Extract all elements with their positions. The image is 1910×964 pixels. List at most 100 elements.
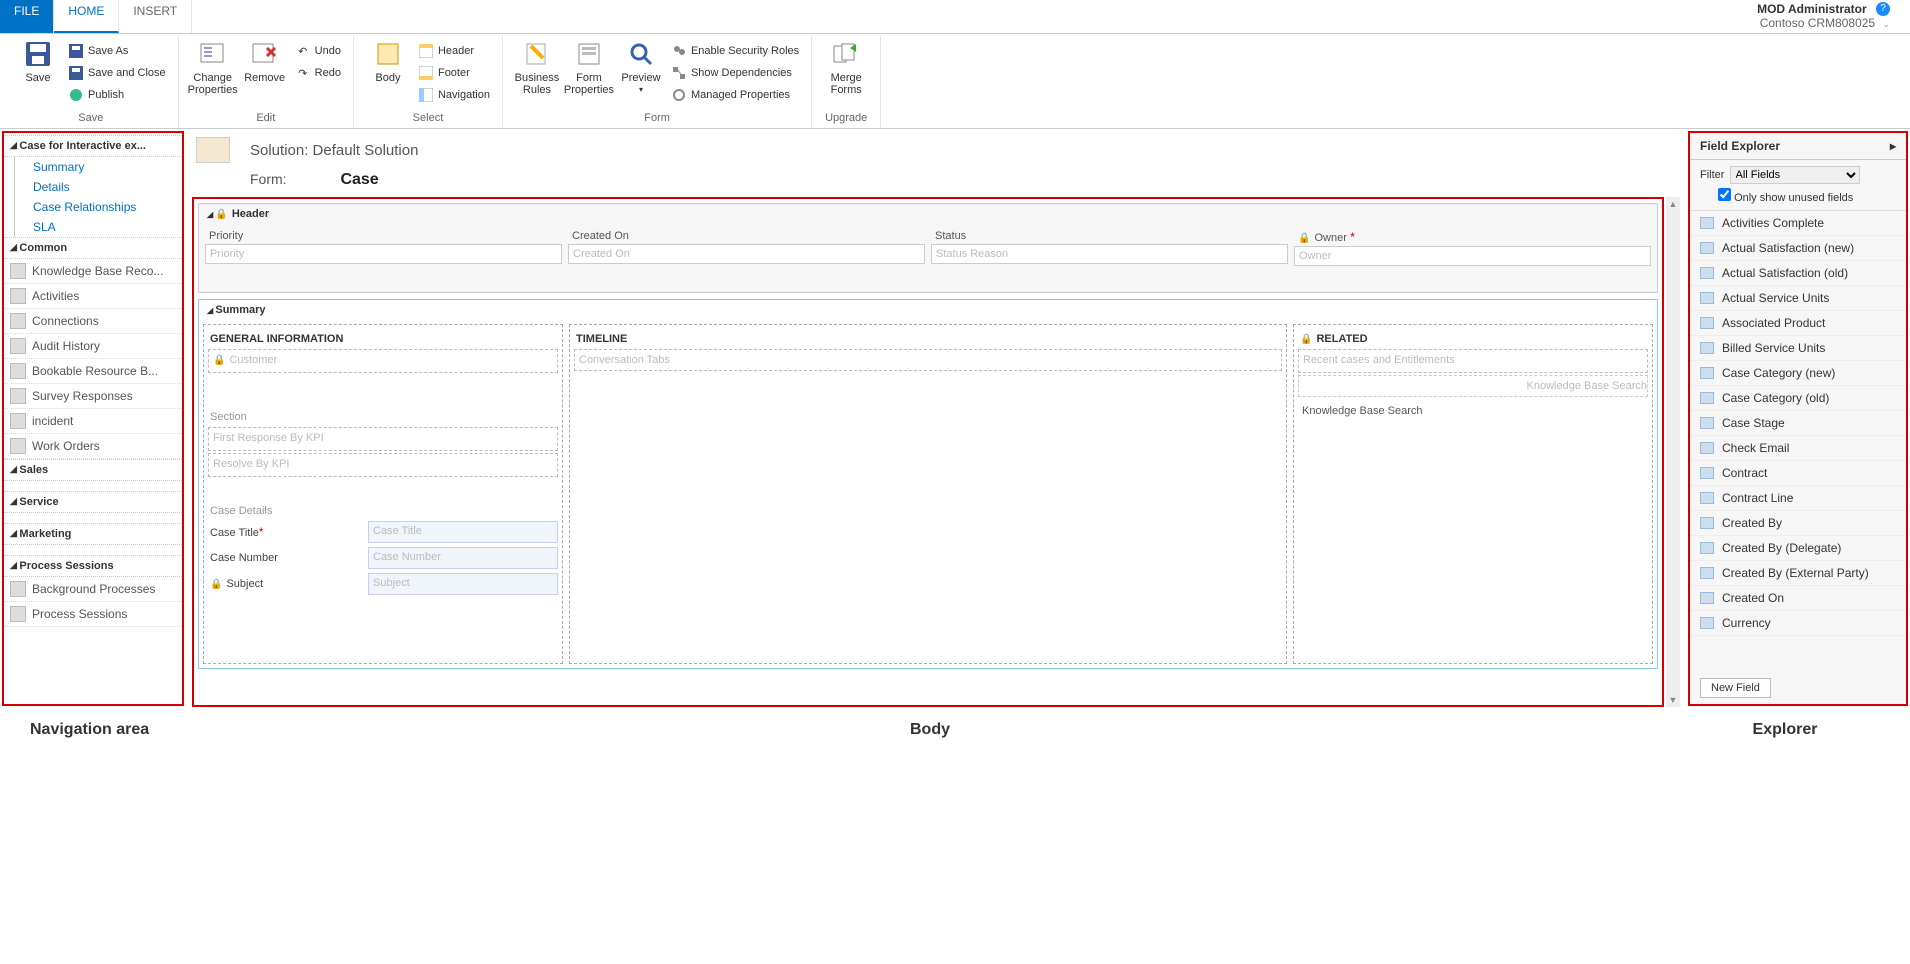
nav-process[interactable]: Process Sessions: [4, 555, 182, 577]
field-icon: [1700, 317, 1714, 329]
save-icon: [22, 40, 54, 68]
nav-root[interactable]: Case for Interactive ex...: [4, 135, 182, 157]
form-name: Case: [340, 171, 378, 188]
managed-properties-button[interactable]: Managed Properties: [667, 84, 803, 106]
case-number-row[interactable]: Case Number Case Number: [208, 547, 558, 569]
timeline-placeholder[interactable]: Conversation Tabs: [574, 349, 1282, 371]
publish-button[interactable]: Publish: [64, 84, 170, 106]
footer-button[interactable]: Footer: [414, 62, 494, 84]
nav-item[interactable]: Activities: [4, 284, 182, 309]
explorer-collapse-icon[interactable]: ▸: [1890, 139, 1896, 153]
field-item[interactable]: Created By: [1690, 511, 1906, 536]
header-button[interactable]: Header: [414, 40, 494, 62]
nav-link[interactable]: Details: [14, 177, 182, 197]
field-item[interactable]: Check Email: [1690, 436, 1906, 461]
form-properties-icon: [573, 40, 605, 68]
body-scrollbar[interactable]: ▲▼: [1666, 197, 1680, 707]
only-unused-checkbox[interactable]: [1718, 188, 1731, 201]
header-field-input[interactable]: Status Reason: [931, 244, 1288, 264]
nav-item[interactable]: Work Orders: [4, 434, 182, 459]
save-close-button[interactable]: Save and Close: [64, 62, 170, 84]
field-item[interactable]: Billed Service Units: [1690, 336, 1906, 361]
header-field[interactable]: PriorityPriority: [205, 228, 562, 266]
field-item[interactable]: Actual Satisfaction (new): [1690, 236, 1906, 261]
business-rules-button[interactable]: Business Rules: [511, 36, 563, 100]
field-icon: [1700, 242, 1714, 254]
form-label: Form:: [250, 171, 287, 187]
tab-home[interactable]: HOME: [54, 0, 119, 33]
field-item[interactable]: Currency: [1690, 611, 1906, 636]
nav-item[interactable]: Knowledge Base Reco...: [4, 259, 182, 284]
nav-common[interactable]: Common: [4, 237, 182, 259]
customer-field[interactable]: 🔒Customer: [208, 349, 558, 373]
field-item[interactable]: Case Category (new): [1690, 361, 1906, 386]
nav-item[interactable]: incident: [4, 409, 182, 434]
tab-insert[interactable]: INSERT: [119, 0, 192, 33]
enable-security-button[interactable]: Enable Security Roles: [667, 40, 803, 62]
body-icon: [372, 40, 404, 68]
header-field-input[interactable]: Created On: [568, 244, 925, 264]
case-title-input[interactable]: Case Title: [368, 521, 558, 543]
form-group-label: Form: [644, 110, 670, 128]
nav-item[interactable]: Process Sessions: [4, 602, 182, 627]
form-properties-button[interactable]: Form Properties: [563, 36, 615, 100]
ribbon: Save Save As Save and Close Publish Save…: [0, 34, 1910, 129]
field-item[interactable]: Created On: [1690, 586, 1906, 611]
nav-marketing[interactable]: Marketing: [4, 523, 182, 545]
nav-sales[interactable]: Sales: [4, 459, 182, 481]
field-item[interactable]: Actual Service Units: [1690, 286, 1906, 311]
nav-item[interactable]: Bookable Resource B...: [4, 359, 182, 384]
nav-service[interactable]: Service: [4, 491, 182, 513]
related-column[interactable]: 🔒RELATED Recent cases and Entitlements K…: [1293, 324, 1653, 664]
header-field-input[interactable]: Owner: [1294, 246, 1651, 266]
kpi1-field[interactable]: First Response By KPI: [208, 427, 558, 451]
remove-button[interactable]: Remove: [239, 36, 291, 88]
field-item[interactable]: Activities Complete: [1690, 211, 1906, 236]
body-button[interactable]: Body: [362, 36, 414, 88]
summary-section-title[interactable]: Summary: [199, 300, 1657, 320]
show-dependencies-button[interactable]: Show Dependencies: [667, 62, 803, 84]
field-item[interactable]: Case Category (old): [1690, 386, 1906, 411]
case-number-input[interactable]: Case Number: [368, 547, 558, 569]
header-field[interactable]: 🔒Owner *Owner: [1294, 228, 1651, 266]
undo-button[interactable]: ↶Undo: [291, 40, 345, 62]
redo-button[interactable]: ↷Redo: [291, 62, 345, 84]
field-item[interactable]: Case Stage: [1690, 411, 1906, 436]
help-icon[interactable]: ?: [1876, 2, 1890, 16]
case-title-row[interactable]: Case Title* Case Title: [208, 521, 558, 543]
general-info-column[interactable]: GENERAL INFORMATION 🔒Customer Section Fi…: [203, 324, 563, 664]
field-item[interactable]: Created By (Delegate): [1690, 536, 1906, 561]
field-item[interactable]: Created By (External Party): [1690, 561, 1906, 586]
nav-link[interactable]: Case Relationships: [14, 197, 182, 217]
kpi2-field[interactable]: Resolve By KPI: [208, 453, 558, 477]
preview-button[interactable]: Preview▾: [615, 36, 667, 100]
nav-item[interactable]: Survey Responses: [4, 384, 182, 409]
field-item[interactable]: Contract Line: [1690, 486, 1906, 511]
nav-item[interactable]: Audit History: [4, 334, 182, 359]
header-field-input[interactable]: Priority: [205, 244, 562, 264]
tab-file[interactable]: FILE: [0, 0, 54, 33]
save-as-button[interactable]: Save As: [64, 40, 170, 62]
header-section[interactable]: 🔒Header PriorityPriorityCreated OnCreate…: [198, 203, 1658, 293]
save-button[interactable]: Save: [12, 36, 64, 88]
upgrade-group-label: Upgrade: [825, 110, 867, 128]
nav-link[interactable]: SLA: [14, 217, 182, 237]
filter-select[interactable]: All Fields: [1730, 166, 1860, 184]
header-field[interactable]: Created OnCreated On: [568, 228, 925, 266]
subject-row[interactable]: 🔒Subject Subject: [208, 573, 558, 595]
header-field[interactable]: StatusStatus Reason: [931, 228, 1288, 266]
nav-item[interactable]: Connections: [4, 309, 182, 334]
field-item[interactable]: Contract: [1690, 461, 1906, 486]
change-properties-button[interactable]: Change Properties: [187, 36, 239, 100]
navigation-button[interactable]: Navigation: [414, 84, 494, 106]
subject-input[interactable]: Subject: [368, 573, 558, 595]
nav-link[interactable]: Summary: [14, 157, 182, 177]
timeline-column[interactable]: TIMELINE Conversation Tabs: [569, 324, 1287, 664]
nav-item[interactable]: Background Processes: [4, 577, 182, 602]
field-item[interactable]: Actual Satisfaction (old): [1690, 261, 1906, 286]
field-item[interactable]: Associated Product: [1690, 311, 1906, 336]
org-chevron-icon[interactable]: ⌄: [1882, 17, 1890, 31]
related-placeholder[interactable]: Recent cases and Entitlements: [1298, 349, 1648, 373]
merge-forms-button[interactable]: Merge Forms: [820, 36, 872, 100]
new-field-button[interactable]: New Field: [1700, 678, 1771, 698]
